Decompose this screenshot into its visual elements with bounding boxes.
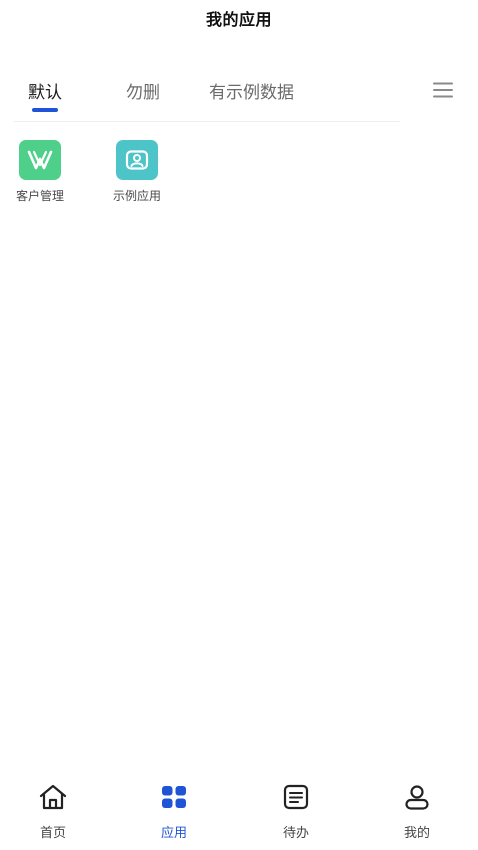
apps-grid-icon	[159, 782, 189, 812]
nav-home[interactable]: 首页	[13, 782, 93, 841]
active-tab-indicator	[32, 108, 58, 112]
nav-label: 应用	[160, 826, 187, 841]
customer-management-icon	[19, 140, 61, 180]
nav-label: 待办	[282, 826, 309, 841]
tab-sample-data[interactable]: 有示例数据	[209, 78, 294, 103]
nav-label: 我的	[403, 826, 430, 841]
nav-label: 首页	[39, 826, 66, 841]
tabs-divider	[14, 121, 400, 122]
tab-default[interactable]: 默认	[28, 78, 62, 103]
user-icon	[402, 782, 432, 812]
tab-do-not-delete[interactable]: 勿删	[126, 78, 160, 103]
tabs-menu-button[interactable]	[430, 79, 456, 101]
hamburger-menu-icon	[433, 82, 453, 98]
app-sample-app[interactable]: 示例应用	[102, 140, 172, 204]
nav-me[interactable]: 我的	[377, 782, 457, 841]
app-customer-management[interactable]: 客户管理	[5, 140, 75, 204]
app-group-tabs: 默认 勿删 有示例数据	[0, 70, 478, 114]
sample-app-icon	[116, 140, 158, 180]
nav-apps[interactable]: 应用	[134, 782, 214, 841]
bottom-nav: 首页 应用 待办 我的	[0, 772, 478, 850]
page-header: 我的应用	[0, 0, 478, 36]
app-label: 客户管理	[15, 189, 64, 203]
app-label: 示例应用	[112, 189, 161, 203]
home-icon	[38, 782, 68, 812]
nav-todo[interactable]: 待办	[256, 782, 336, 841]
todo-list-icon	[281, 782, 311, 812]
page-title: 我的应用	[205, 10, 272, 29]
